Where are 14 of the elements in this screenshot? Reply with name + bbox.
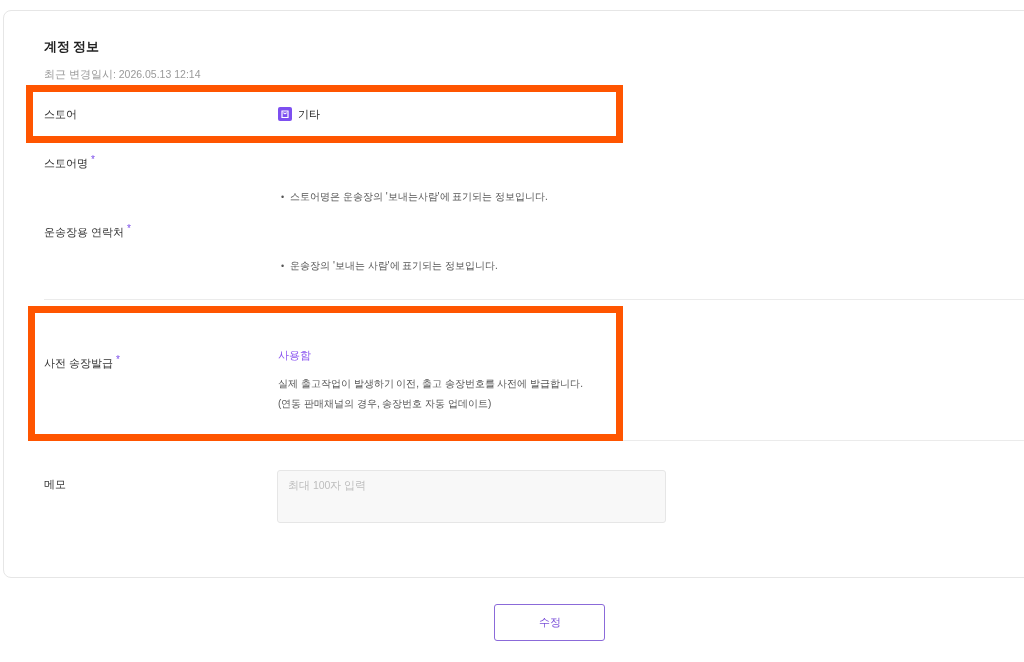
shopping-bag-icon (278, 107, 292, 121)
list-bullet: • (281, 191, 285, 204)
section-title: 계정 정보 (44, 39, 101, 56)
help-text: 운송장의 '보내는 사람'에 표기되는 정보입니다. (290, 259, 498, 273)
option-description: 실제 출고작업이 발생하기 이전, 출고 송장번호를 사전에 발급합니다. (278, 377, 584, 391)
help-text: 스토어명은 운송장의 '보내는사람'에 표기되는 정보입니다. (290, 190, 548, 204)
list-bullet: • (281, 260, 285, 273)
edit-button[interactable]: 수정 (494, 604, 605, 641)
last-modified-text: 최근 변경일시: 2026.05.13 12:14 (44, 67, 202, 82)
option-description: (연동 판매채널의 경우, 송장번호 자동 업데이트) (278, 397, 493, 411)
store-value: 기타 (298, 107, 320, 122)
option-value: 사용함 (278, 348, 312, 363)
field-label: 스토어 (44, 107, 78, 122)
field-label: 메모 (44, 477, 67, 492)
